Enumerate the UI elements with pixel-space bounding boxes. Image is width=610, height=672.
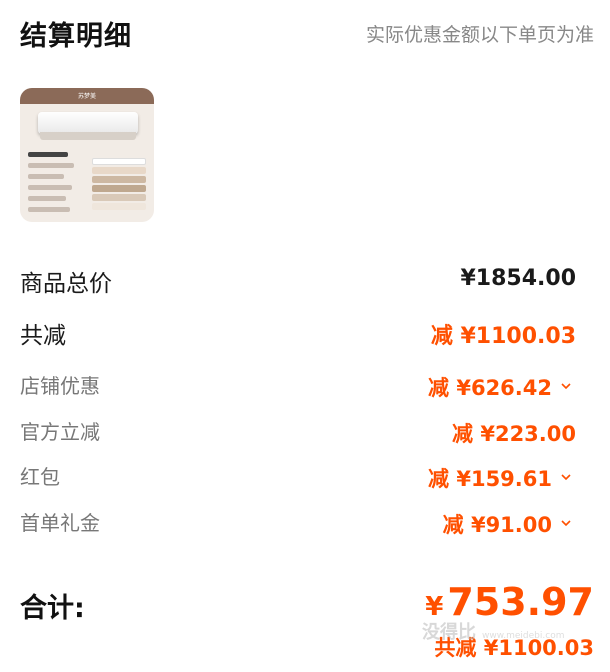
discount-label: 首单礼金 xyxy=(20,511,100,535)
mattress-side-illustration xyxy=(40,132,136,140)
total-price-value: ¥1854.00 xyxy=(460,266,576,291)
discount-row-first-order[interactable]: 首单礼金 减 ¥91.00 xyxy=(20,507,576,547)
discount-value: 减 ¥159.61 xyxy=(428,467,552,491)
product-thumbnail[interactable]: 苏梦美 xyxy=(20,88,154,222)
discount-value: 减 ¥626.42 xyxy=(428,376,552,400)
watermark-text: 没得比 xyxy=(422,622,476,643)
thumbnail-brand-text: 苏梦美 xyxy=(77,93,96,100)
chevron-down-icon[interactable] xyxy=(560,380,572,392)
total-reduce-value: 减 ¥1100.03 xyxy=(430,324,576,349)
discount-label: 官方立减 xyxy=(20,420,100,444)
watermark: 没得比 www.meidebi.com xyxy=(422,618,602,658)
total-price-label: 商品总价 xyxy=(20,271,112,297)
chevron-down-icon[interactable] xyxy=(560,471,572,483)
disclaimer-text: 实际优惠金额以下单页为准 xyxy=(365,24,594,46)
discount-row-official: 官方立减 减 ¥223.00 xyxy=(20,416,576,456)
discount-label: 红包 xyxy=(20,465,60,489)
discount-label: 店铺优惠 xyxy=(20,374,100,398)
watermark-subtext: www.meidebi.com xyxy=(482,631,565,641)
discount-row-shop[interactable]: 店铺优惠 减 ¥626.42 xyxy=(20,370,576,410)
chevron-down-icon[interactable] xyxy=(560,517,572,529)
header: 结算明细 实际优惠金额以下单页为准 xyxy=(0,0,610,64)
mattress-illustration xyxy=(38,112,138,134)
total-reduce-label: 共减 xyxy=(20,323,66,349)
grand-total-label: 合计: xyxy=(20,593,85,624)
discount-row-redpacket[interactable]: 红包 减 ¥159.61 xyxy=(20,461,576,501)
total-reduce-row: 共减 减 ¥1100.03 xyxy=(20,316,576,356)
page-title: 结算明细 xyxy=(20,21,132,52)
layer-labels-illustration xyxy=(28,152,78,216)
discount-value: 减 ¥91.00 xyxy=(442,513,552,537)
mattress-layers-illustration xyxy=(92,158,146,210)
total-price-row: 商品总价 ¥1854.00 xyxy=(20,264,576,304)
discount-value: 减 ¥223.00 xyxy=(452,422,576,446)
